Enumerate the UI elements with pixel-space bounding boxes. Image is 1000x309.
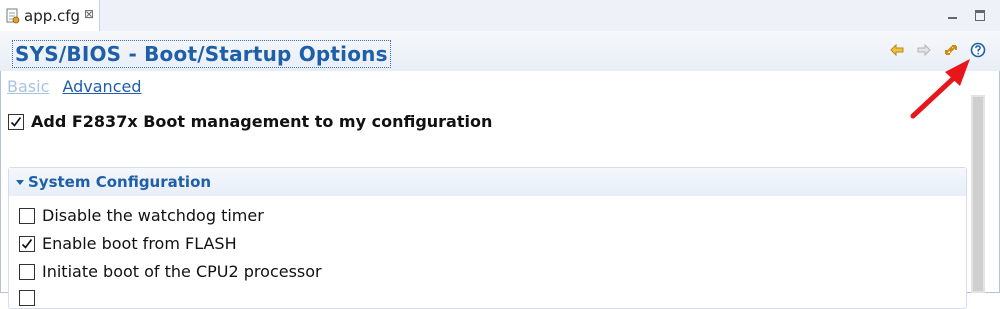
tab-app-cfg[interactable]: app.cfg ⊠	[0, 0, 100, 31]
disable-watchdog-checkbox[interactable]	[19, 208, 35, 224]
page-header: SYS/BIOS - Boot/Startup Options	[0, 31, 1000, 71]
collapse-triangle-icon[interactable]	[16, 180, 24, 185]
arrow-right-icon[interactable]	[916, 42, 932, 58]
enable-flash-boot-checkbox[interactable]	[19, 236, 35, 252]
tab-label: app.cfg	[24, 7, 81, 25]
option-label: Enable boot from FLASH	[42, 234, 237, 253]
page-title: SYS/BIOS - Boot/Startup Options	[12, 40, 391, 68]
sync-icon[interactable]	[943, 42, 959, 58]
header-toolbar	[883, 39, 986, 59]
option-label: Disable the watchdog timer	[42, 206, 264, 225]
view-mode-links: Basic Advanced	[7, 77, 141, 96]
vertical-scrollbar[interactable]	[971, 95, 985, 293]
option-label: Initiate boot of the CPU2 processor	[42, 262, 322, 281]
section-title: System Configuration	[28, 173, 212, 191]
arrow-left-icon[interactable]	[889, 42, 905, 58]
scrollbar-thumb[interactable]	[973, 97, 983, 291]
config-file-icon	[6, 8, 20, 24]
minimize-button[interactable]	[947, 8, 959, 20]
system-configuration-section: System Configuration Disable the watchdo…	[8, 167, 967, 309]
advanced-link[interactable]: Advanced	[62, 77, 141, 96]
partial-checkbox[interactable]	[19, 290, 35, 306]
basic-link[interactable]: Basic	[7, 77, 49, 96]
boot-cpu2-checkbox[interactable]	[19, 264, 35, 280]
boot-management-checkbox[interactable]	[8, 114, 24, 130]
close-icon[interactable]: ⊠	[84, 7, 94, 21]
section-header[interactable]: System Configuration	[9, 168, 966, 196]
editor-tabbar: app.cfg ⊠	[0, 0, 1000, 32]
maximize-button[interactable]	[974, 8, 986, 21]
help-icon[interactable]	[970, 42, 986, 58]
boot-management-label: Add F2837x Boot management to my configu…	[31, 112, 493, 131]
